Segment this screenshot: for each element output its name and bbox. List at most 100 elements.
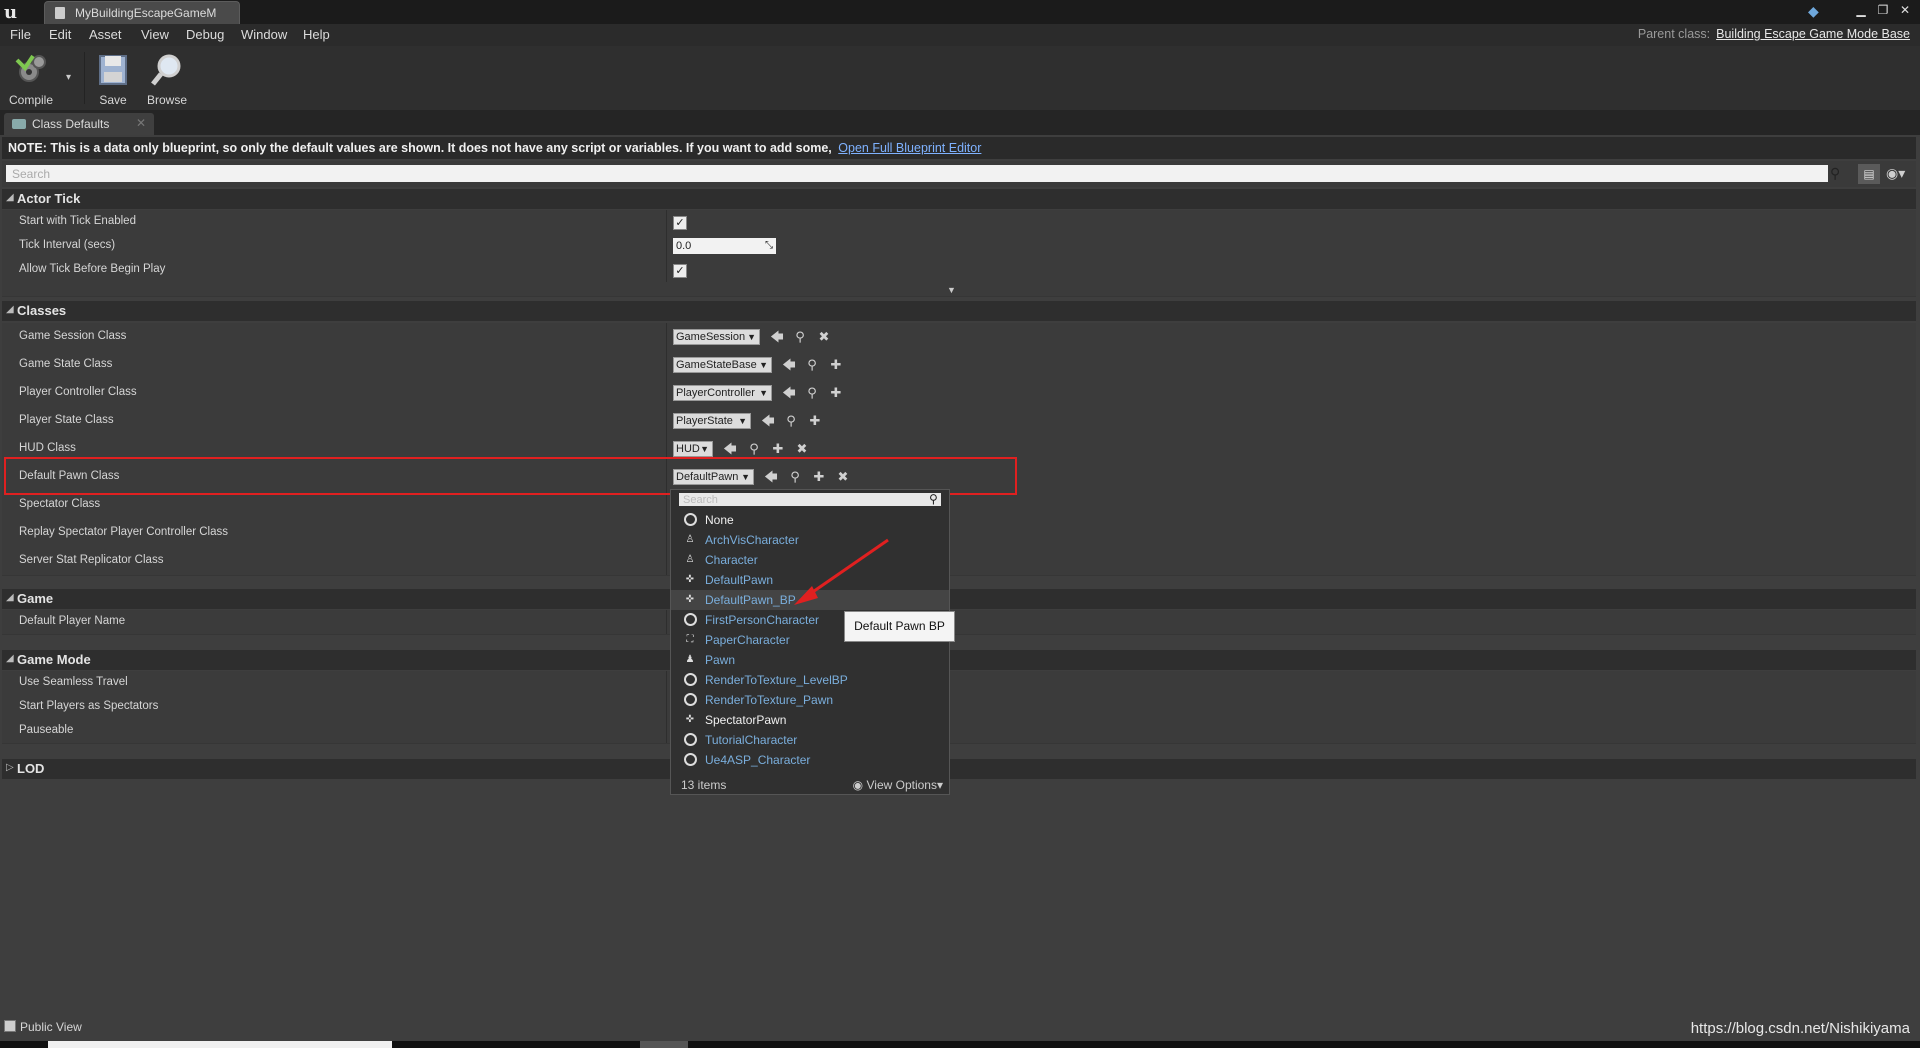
column-divider[interactable] [666, 695, 667, 719]
category-actor-tick[interactable]: ◢ Actor Tick [2, 189, 1916, 209]
use-selected-arrow-icon[interactable]: 🡄 [761, 413, 775, 429]
save-button[interactable]: Save [86, 50, 140, 107]
tab-close-icon[interactable]: ✕ [136, 116, 146, 130]
browse-search-icon[interactable]: ⚲ [784, 413, 798, 429]
column-divider[interactable] [666, 719, 667, 743]
view-options-button[interactable]: ◉ View Options▾ [853, 778, 943, 792]
class-option[interactable]: ♙ Character [671, 550, 949, 570]
class-option[interactable]: ✜ SpectatorPawn [671, 710, 949, 730]
column-divider[interactable] [666, 491, 667, 519]
add-plus-icon[interactable]: ✚ [808, 413, 822, 429]
property-matrix-icon[interactable]: ▤ [1858, 164, 1880, 184]
clear-x-icon[interactable]: ✖ [817, 329, 831, 345]
use-selected-arrow-icon[interactable]: 🡄 [782, 357, 796, 373]
compile-options-chevron-icon[interactable]: ▾ [66, 72, 71, 83]
parent-class-link[interactable]: Building Escape Game Mode Base [1716, 27, 1910, 41]
open-full-blueprint-editor-link[interactable]: Open Full Blueprint Editor [838, 141, 981, 155]
column-divider[interactable] [666, 463, 667, 491]
column-divider[interactable] [666, 671, 667, 695]
taskbar-item[interactable] [48, 1041, 392, 1048]
game-state-class-combo[interactable]: GameStateBase ▼ [673, 357, 772, 373]
menu-debug[interactable]: Debug [186, 27, 224, 42]
column-divider[interactable] [666, 435, 667, 463]
default-pawn-class-combo[interactable]: DefaultPawn ▼ [673, 469, 754, 485]
details-search-input[interactable] [6, 165, 1828, 182]
property-row: Server Stat Replicator Class [2, 547, 1916, 576]
search-icon[interactable]: ⚲ [1830, 165, 1846, 182]
class-option[interactable]: Ue4ASP_Character [671, 750, 949, 770]
use-selected-arrow-icon[interactable]: 🡄 [764, 469, 778, 485]
use-selected-arrow-icon[interactable]: 🡄 [723, 441, 737, 457]
menu-view[interactable]: View [141, 27, 169, 42]
item-count: 13 items [681, 778, 727, 792]
menu-asset[interactable]: Asset [89, 27, 122, 42]
browse-search-icon[interactable]: ⚲ [788, 469, 802, 485]
minimize-icon[interactable]: ▁ [1852, 2, 1870, 18]
column-divider[interactable] [666, 258, 667, 282]
column-divider[interactable] [666, 610, 667, 634]
use-selected-arrow-icon[interactable]: 🡄 [770, 329, 784, 345]
category-game-mode[interactable]: ◢ Game Mode [2, 650, 1916, 670]
unreal-logo-icon[interactable]: u [4, 2, 26, 23]
hud-class-combo[interactable]: HUD ▼ [673, 441, 713, 457]
use-selected-arrow-icon[interactable]: 🡄 [782, 385, 796, 401]
class-option[interactable]: ✜ DefaultPawn_BP [671, 590, 949, 610]
column-divider[interactable] [666, 407, 667, 435]
column-divider[interactable] [666, 547, 667, 575]
browse-button[interactable]: Browse [140, 50, 194, 107]
browse-search-icon[interactable]: ⚲ [793, 329, 807, 345]
column-divider[interactable] [666, 519, 667, 547]
menu-window[interactable]: Window [241, 27, 287, 42]
class-defaults-tab[interactable]: Class Defaults ✕ [4, 113, 154, 135]
column-divider[interactable] [666, 210, 667, 234]
view-options-eye-icon[interactable]: ◉▾ [1886, 165, 1905, 182]
clear-x-icon[interactable]: ✖ [795, 441, 809, 457]
add-plus-icon[interactable]: ✚ [829, 357, 843, 373]
toolbar: Compile ▾ Save Browse [0, 46, 1920, 111]
class-option[interactable]: ♙ ArchVisCharacter [671, 530, 949, 550]
class-option-label: FirstPersonCharacter [705, 613, 820, 627]
menu-file[interactable]: File [10, 27, 31, 42]
class-option[interactable]: TutorialCharacter [671, 730, 949, 750]
start-with-tick-checkbox[interactable]: ✓ [673, 216, 687, 230]
clear-x-icon[interactable]: ✖ [836, 469, 850, 485]
browse-search-icon[interactable]: ⚲ [805, 357, 819, 373]
add-plus-icon[interactable]: ✚ [812, 469, 826, 485]
class-picker-search-input[interactable] [679, 493, 941, 506]
menu-edit[interactable]: Edit [49, 27, 71, 42]
search-icon[interactable]: ⚲ [929, 492, 938, 506]
class-option[interactable]: RenderToTexture_LevelBP [671, 670, 949, 690]
browse-search-icon[interactable]: ⚲ [805, 385, 819, 401]
taskbar-item[interactable] [640, 1041, 688, 1048]
spin-arrows-icon[interactable]: ⤡ [765, 238, 773, 254]
tick-interval-field[interactable]: 0.0 ⤡ [673, 238, 776, 254]
category-lod[interactable]: ▷ LOD [2, 759, 1916, 779]
player-state-class-combo[interactable]: PlayerState ▼ [673, 413, 751, 429]
class-option[interactable]: None [671, 510, 949, 530]
compile-button[interactable]: Compile [4, 50, 58, 107]
player-controller-class-combo[interactable]: PlayerController ▼ [673, 385, 772, 401]
add-plus-icon[interactable]: ✚ [829, 385, 843, 401]
advanced-expand-arrow-icon[interactable]: ▼ [947, 285, 956, 295]
class-option[interactable]: RenderToTexture_Pawn [671, 690, 949, 710]
column-divider[interactable] [666, 234, 667, 258]
restore-icon[interactable]: ❐ [1874, 2, 1892, 18]
column-divider[interactable] [666, 323, 667, 351]
add-plus-icon[interactable]: ✚ [771, 441, 785, 457]
public-view-checkbox[interactable] [4, 1020, 16, 1032]
public-view-toggle[interactable]: Public View [4, 1020, 82, 1034]
menu-help[interactable]: Help [303, 27, 330, 42]
close-icon[interactable]: ✕ [1896, 2, 1914, 18]
column-divider[interactable] [666, 379, 667, 407]
advanced-expander-row[interactable] [2, 282, 1916, 297]
class-option[interactable]: ♟ Pawn [671, 650, 949, 670]
document-tab[interactable]: MyBuildingEscapeGameM [44, 1, 240, 24]
source-control-icon[interactable]: ◆ [1808, 3, 1824, 19]
game-session-class-combo[interactable]: GameSession ▼ [673, 329, 760, 345]
category-game[interactable]: ◢ Game [2, 589, 1916, 609]
category-classes[interactable]: ◢ Classes [2, 301, 1916, 321]
browse-search-icon[interactable]: ⚲ [747, 441, 761, 457]
allow-tick-checkbox[interactable]: ✓ [673, 264, 687, 278]
class-option[interactable]: ✜ DefaultPawn [671, 570, 949, 590]
column-divider[interactable] [666, 351, 667, 379]
